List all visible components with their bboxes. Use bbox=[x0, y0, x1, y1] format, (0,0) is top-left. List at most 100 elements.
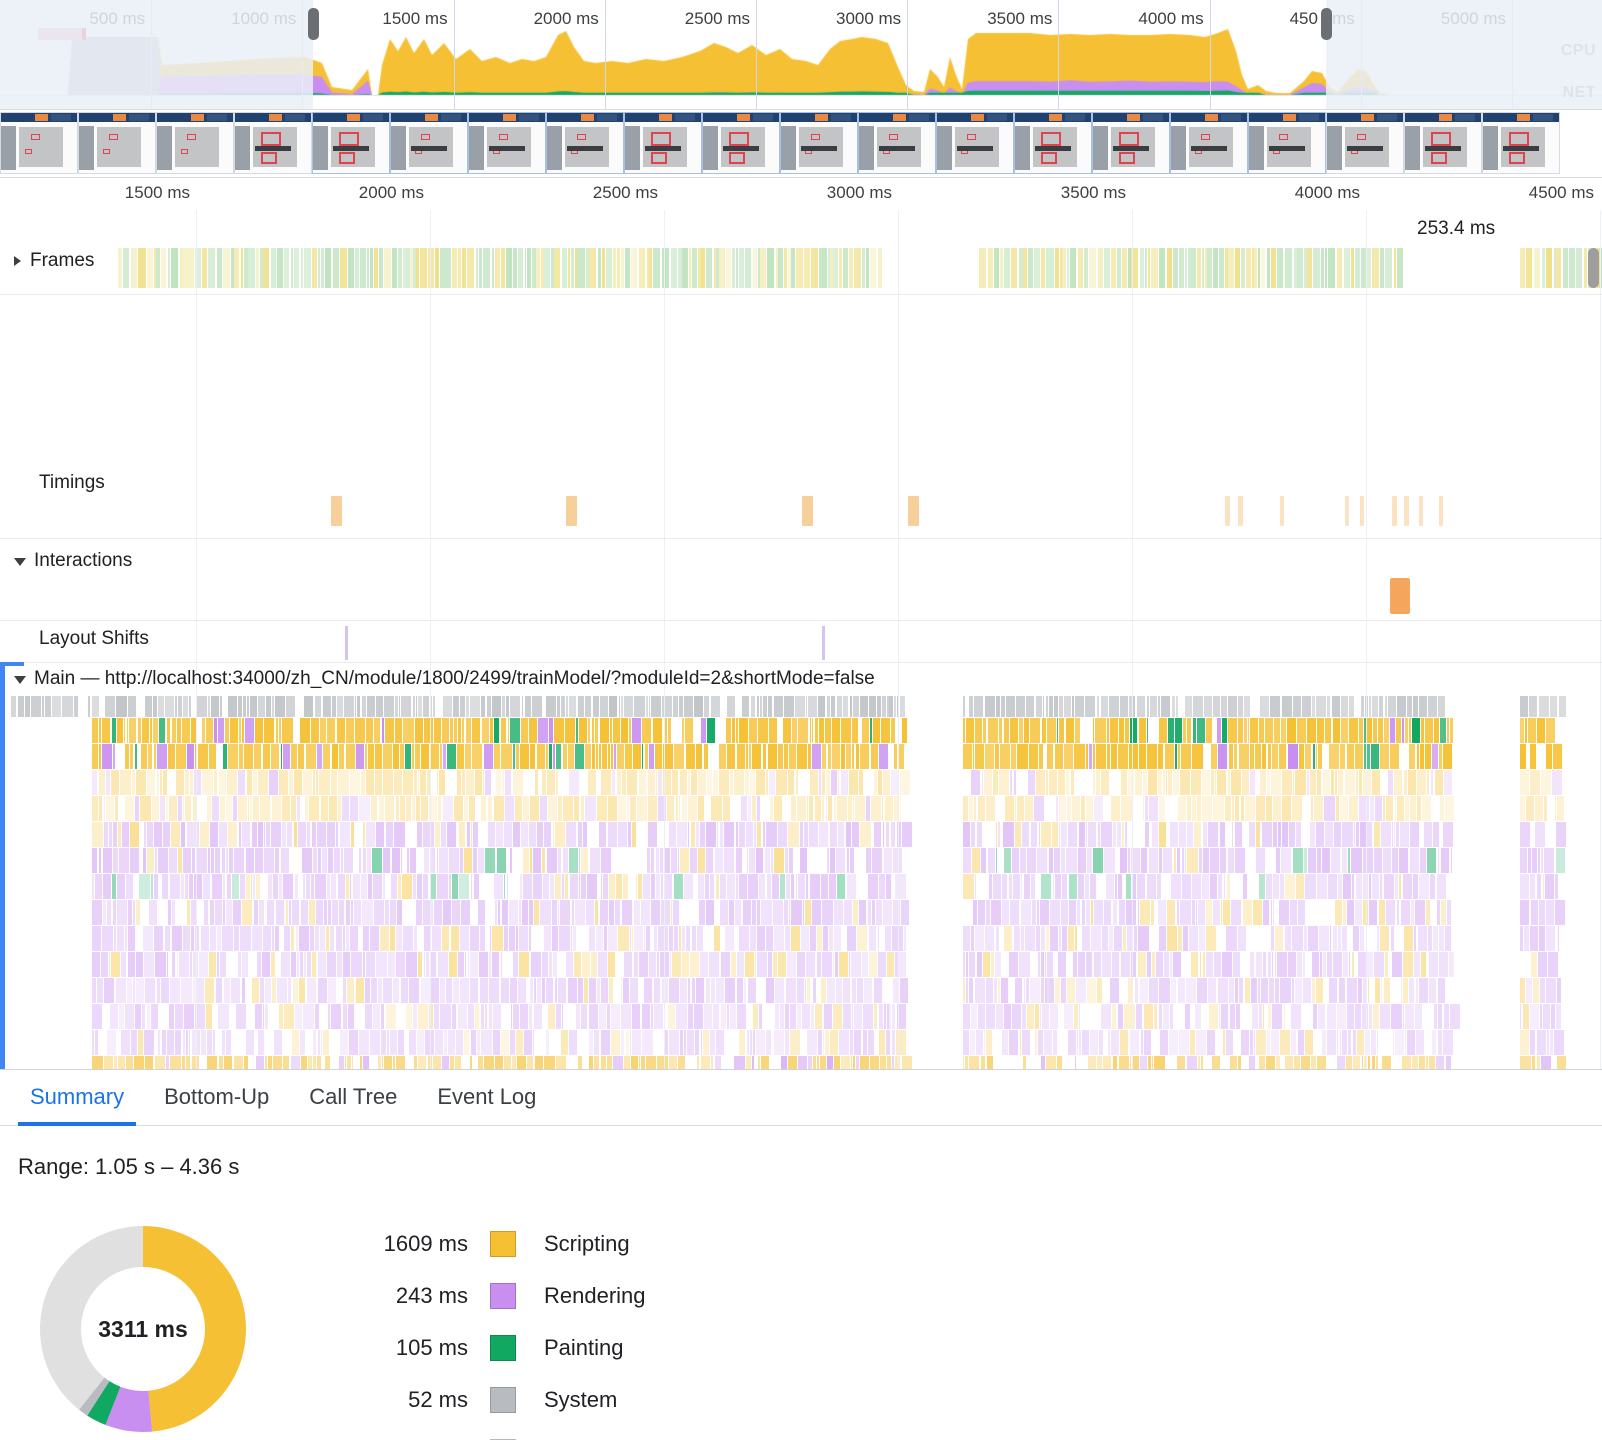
flame-event[interactable] bbox=[1129, 744, 1138, 769]
flame-event[interactable] bbox=[375, 744, 382, 769]
flame-event[interactable] bbox=[1053, 874, 1054, 899]
flame-event[interactable] bbox=[995, 952, 1001, 977]
flame-event[interactable] bbox=[872, 848, 882, 873]
flame-event[interactable] bbox=[809, 796, 813, 821]
flame-event[interactable] bbox=[752, 900, 756, 925]
flame-event[interactable] bbox=[704, 744, 709, 769]
flame-event[interactable] bbox=[785, 848, 788, 873]
flame-event[interactable] bbox=[676, 1004, 686, 1029]
flame-event[interactable] bbox=[1109, 696, 1119, 717]
flame-event[interactable] bbox=[889, 1004, 890, 1029]
flame-event[interactable] bbox=[873, 718, 880, 743]
flame-event[interactable] bbox=[532, 696, 542, 717]
flame-event[interactable] bbox=[1131, 952, 1136, 977]
flame-event[interactable] bbox=[844, 900, 852, 925]
flame-event[interactable] bbox=[1079, 1004, 1080, 1029]
flame-event[interactable] bbox=[92, 978, 96, 1003]
chevron-down-icon[interactable] bbox=[14, 676, 26, 684]
flame-event[interactable] bbox=[144, 952, 154, 977]
flame-event[interactable] bbox=[504, 822, 512, 847]
flame-event[interactable] bbox=[808, 696, 817, 717]
flame-event[interactable] bbox=[1554, 1030, 1564, 1055]
frame-bar[interactable] bbox=[692, 248, 697, 288]
flame-event[interactable] bbox=[810, 926, 816, 951]
flame-event[interactable] bbox=[969, 952, 975, 977]
frame-bar[interactable] bbox=[763, 248, 766, 288]
flame-event[interactable] bbox=[1200, 952, 1202, 977]
flame-event[interactable] bbox=[1157, 874, 1161, 899]
flame-event[interactable] bbox=[313, 1056, 316, 1070]
flame-event[interactable] bbox=[1550, 1030, 1553, 1055]
flame-event[interactable] bbox=[769, 770, 775, 795]
flame-event[interactable] bbox=[1526, 796, 1534, 821]
flame-event[interactable] bbox=[555, 874, 561, 899]
flame-event[interactable] bbox=[513, 744, 515, 769]
flame-event[interactable] bbox=[523, 848, 530, 873]
flame-event[interactable] bbox=[1281, 718, 1286, 743]
flame-event[interactable] bbox=[1304, 848, 1308, 873]
flame-event[interactable] bbox=[135, 744, 137, 769]
flame-event[interactable] bbox=[1086, 796, 1093, 821]
flame-event[interactable] bbox=[327, 874, 330, 899]
flame-event[interactable] bbox=[1009, 1030, 1019, 1055]
flame-event[interactable] bbox=[664, 718, 668, 743]
flame-event[interactable] bbox=[563, 848, 568, 873]
flame-event[interactable] bbox=[119, 848, 129, 873]
frame-bar[interactable] bbox=[639, 248, 646, 288]
flame-event[interactable] bbox=[318, 848, 321, 873]
flame-event[interactable] bbox=[488, 822, 495, 847]
flame-event[interactable] bbox=[1444, 770, 1452, 795]
flame-event[interactable] bbox=[1089, 744, 1091, 769]
flame-event[interactable] bbox=[668, 718, 671, 743]
flame-event[interactable] bbox=[749, 744, 750, 769]
frame-bar[interactable] bbox=[866, 248, 869, 288]
flame-event[interactable] bbox=[1128, 978, 1134, 1003]
flame-event[interactable] bbox=[371, 978, 377, 1003]
flame-event[interactable] bbox=[1173, 770, 1179, 795]
flame-event[interactable] bbox=[1097, 696, 1100, 717]
flame-event[interactable] bbox=[596, 744, 599, 769]
flame-event[interactable] bbox=[1373, 718, 1377, 743]
frame-bar[interactable] bbox=[138, 248, 145, 288]
flame-event[interactable] bbox=[524, 1030, 532, 1055]
flame-event[interactable] bbox=[1090, 1030, 1098, 1055]
flame-event[interactable] bbox=[256, 1056, 264, 1070]
flame-event[interactable] bbox=[632, 822, 636, 847]
frame-bar[interactable] bbox=[1328, 248, 1335, 288]
frame-bar[interactable] bbox=[370, 248, 373, 288]
flame-event[interactable] bbox=[1113, 900, 1118, 925]
flame-event[interactable] bbox=[148, 744, 153, 769]
frame-bar[interactable] bbox=[444, 248, 450, 288]
flame-event[interactable] bbox=[397, 900, 402, 925]
flame-event[interactable] bbox=[1053, 1030, 1058, 1055]
flame-event[interactable] bbox=[559, 926, 570, 951]
flame-event[interactable] bbox=[1316, 978, 1323, 1003]
flame-event[interactable] bbox=[183, 1030, 185, 1055]
flame-event[interactable] bbox=[1085, 874, 1090, 899]
flame-event[interactable] bbox=[1187, 822, 1194, 847]
frame-bar[interactable] bbox=[701, 248, 705, 288]
flame-event[interactable] bbox=[743, 900, 752, 925]
flame-event[interactable] bbox=[1333, 926, 1337, 951]
flame-event[interactable] bbox=[1537, 1056, 1540, 1070]
flame-event[interactable] bbox=[1023, 1056, 1026, 1070]
frame-bar[interactable] bbox=[304, 248, 311, 288]
flame-event[interactable] bbox=[359, 1030, 369, 1055]
frame-bar[interactable] bbox=[1325, 248, 1328, 288]
flame-event[interactable] bbox=[563, 796, 573, 821]
flame-event[interactable] bbox=[615, 900, 621, 925]
flame-event[interactable] bbox=[832, 718, 840, 743]
flame-event[interactable] bbox=[300, 952, 303, 977]
flame-event[interactable] bbox=[336, 926, 343, 951]
flame-event[interactable] bbox=[238, 952, 241, 977]
flame-event[interactable] bbox=[1228, 770, 1230, 795]
flame-event[interactable] bbox=[1047, 978, 1048, 1003]
filmstrip-frame[interactable] bbox=[624, 112, 702, 174]
flame-event[interactable] bbox=[553, 822, 554, 847]
flame-event[interactable] bbox=[630, 978, 638, 1003]
frame-bar[interactable] bbox=[804, 248, 810, 288]
flame-event[interactable] bbox=[1118, 1004, 1124, 1029]
frame-bar[interactable] bbox=[1526, 248, 1532, 288]
flame-event[interactable] bbox=[736, 718, 738, 743]
flame-event[interactable] bbox=[1365, 1030, 1370, 1055]
